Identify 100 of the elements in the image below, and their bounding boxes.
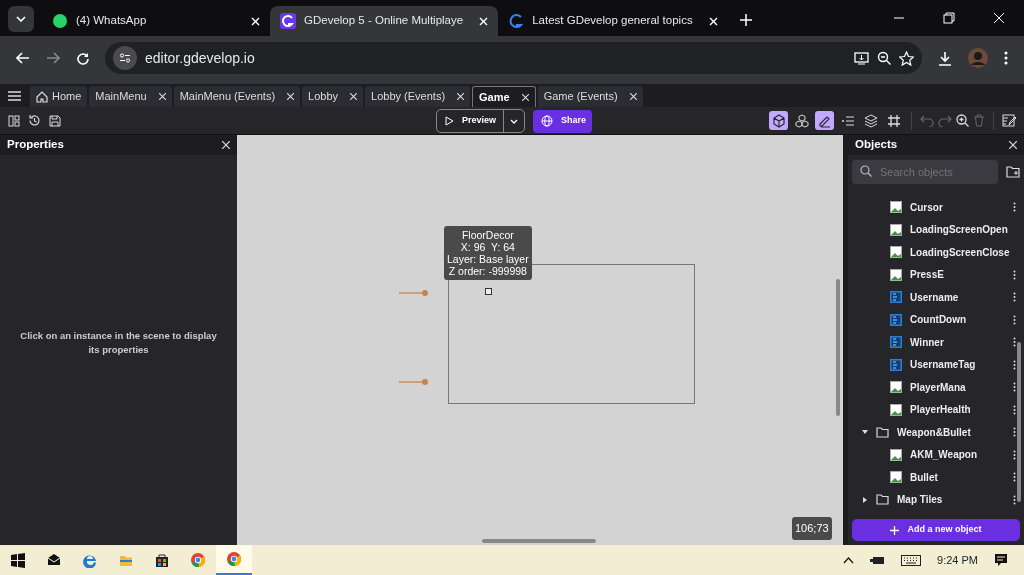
add-object-button[interactable]: Add a new object (852, 519, 1020, 541)
restore-icon[interactable] (943, 12, 955, 24)
more-icon[interactable] (1013, 292, 1016, 303)
menu-icon[interactable] (8, 91, 21, 101)
caret-icon (510, 118, 518, 124)
star-icon[interactable] (899, 50, 914, 66)
object-list-item[interactable]: Bullet (848, 466, 1024, 489)
more-icon[interactable] (1013, 427, 1016, 438)
battery-icon[interactable] (870, 555, 886, 565)
keyboard-icon[interactable] (901, 554, 922, 566)
handle-line[interactable] (399, 378, 429, 386)
close-icon[interactable] (1009, 141, 1017, 149)
close-icon[interactable] (158, 93, 166, 100)
more-icon[interactable] (1013, 382, 1016, 393)
install-app-icon[interactable] (854, 51, 869, 65)
edge-icon (82, 552, 98, 568)
editor-tab[interactable]: Game (472, 86, 536, 107)
tab-search-button[interactable] (8, 6, 34, 32)
object-list-item[interactable]: LoadingScreenOpen (848, 218, 1024, 241)
object-list-item[interactable]: UsernameTag (848, 353, 1024, 376)
collapse-arrow-icon[interactable] (862, 429, 868, 436)
close-icon[interactable] (629, 93, 637, 100)
object-list-item[interactable]: Winner (848, 331, 1024, 354)
delete-icon[interactable] (973, 114, 985, 127)
reload-icon[interactable] (76, 51, 89, 65)
more-icon[interactable] (1013, 449, 1016, 460)
more-icon[interactable] (1004, 51, 1008, 65)
object-list-item[interactable]: Cursor (848, 196, 1024, 219)
image-icon (890, 403, 902, 416)
close-icon[interactable] (521, 93, 529, 101)
panels-icon[interactable] (8, 114, 20, 127)
more-icon[interactable] (1013, 202, 1016, 213)
more-icon[interactable] (1013, 472, 1016, 483)
object-list-item[interactable]: Username (848, 286, 1024, 309)
object-list-item[interactable]: AKM_Weapon (848, 443, 1024, 466)
new-tab-icon[interactable] (739, 14, 752, 26)
close-icon[interactable] (457, 93, 465, 100)
browser-tab[interactable]: (4) WhatsApp (42, 6, 270, 36)
chevron-up-icon[interactable] (843, 556, 855, 564)
object-list-item[interactable]: CountDown (848, 308, 1024, 331)
play-icon (445, 116, 454, 126)
expand-arrow-icon[interactable] (862, 496, 868, 503)
caret-icon[interactable] (16, 16, 26, 22)
text-object-icon (890, 313, 902, 326)
more-icon[interactable] (1013, 404, 1016, 415)
editor-tab[interactable]: MainMenu (Events) (173, 86, 301, 107)
more-icon[interactable] (1013, 314, 1016, 325)
panel-title: Objects (855, 137, 898, 153)
folder-icon (876, 494, 889, 506)
image-icon (890, 381, 902, 394)
close-icon[interactable] (287, 93, 295, 100)
panel-title: Properties (7, 137, 64, 153)
more-icon[interactable] (1013, 494, 1016, 505)
notifications-icon[interactable] (994, 553, 1008, 567)
undo-icon[interactable] (920, 114, 934, 127)
handle-line[interactable] (399, 289, 429, 297)
more-icon[interactable] (1013, 359, 1016, 370)
history-icon[interactable] (28, 114, 41, 127)
scrollbar[interactable] (836, 279, 840, 416)
close-icon[interactable] (222, 141, 230, 149)
editor-tab[interactable]: Lobby (302, 86, 364, 107)
browser-tab[interactable]: Latest GDevelop general topics (498, 6, 728, 36)
object-list-item[interactable]: PlayerHealth (848, 398, 1024, 421)
site-settings-icon[interactable] (119, 53, 131, 63)
add-folder-icon[interactable] (1006, 165, 1020, 178)
edit-properties-icon[interactable] (1002, 114, 1016, 127)
share-button[interactable]: Share (533, 109, 592, 133)
object-list-item[interactable]: LoadingScreenClose (848, 241, 1024, 264)
save-icon[interactable] (49, 114, 61, 127)
image-icon (890, 201, 902, 214)
editor-tab[interactable]: Home (30, 86, 88, 107)
editor-tab[interactable]: Lobby (Events) (365, 86, 471, 107)
search-field[interactable]: Search objects (852, 160, 998, 184)
more-icon[interactable] (1013, 337, 1016, 348)
editor-tab[interactable]: Game (Events) (537, 86, 643, 107)
list-icon (840, 113, 855, 128)
browser-tab[interactable]: GDevelop 5 - Online Multiplaye (270, 6, 499, 36)
object-list-item[interactable]: PressE (848, 263, 1024, 286)
toolbar-toggle[interactable] (815, 111, 834, 130)
close-icon[interactable] (350, 93, 358, 100)
toolbar-toggle[interactable] (769, 111, 788, 130)
plus-icon (890, 525, 900, 535)
scrollbar[interactable] (482, 539, 596, 543)
forward-icon[interactable] (46, 52, 60, 64)
object-list-item[interactable]: PlayerMana (848, 376, 1024, 399)
selection-handle[interactable] (485, 288, 492, 295)
download-icon[interactable] (938, 50, 952, 66)
more-icon[interactable] (1013, 269, 1016, 280)
scrollbar[interactable] (1017, 342, 1021, 502)
windows-icon (10, 552, 26, 568)
zoom-icon[interactable] (877, 51, 891, 65)
clock-text[interactable]: 9:24 PM (937, 551, 978, 569)
object-list-item[interactable]: Weapon&Bullet (848, 421, 1024, 444)
address-bar[interactable]: editor.gdevelop.io (105, 42, 922, 74)
image-icon (890, 471, 902, 484)
mail-icon (46, 552, 62, 568)
back-icon[interactable] (16, 52, 30, 64)
zoom-in-icon[interactable] (956, 114, 969, 127)
object-list-item[interactable]: Map Tiles (848, 488, 1024, 511)
editor-tab[interactable]: MainMenu (89, 86, 172, 107)
